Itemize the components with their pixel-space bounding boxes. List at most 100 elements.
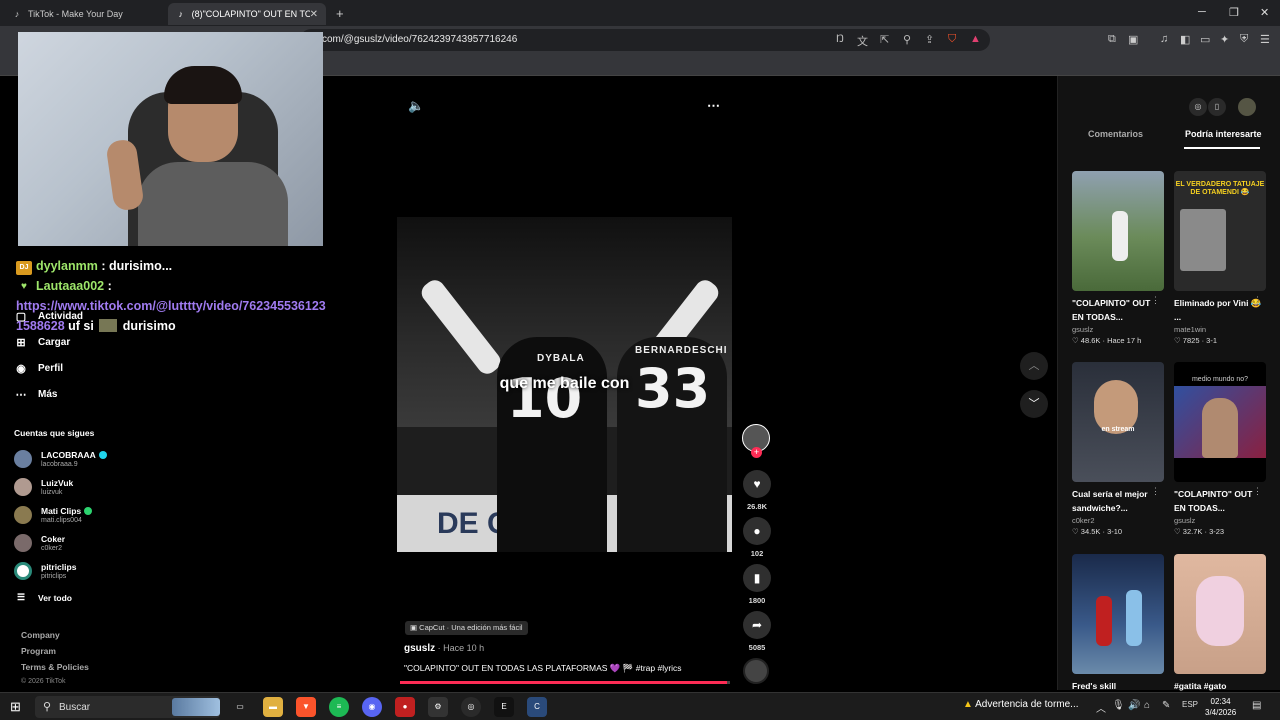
tab-recommended[interactable]: Podría interesarte — [1185, 129, 1262, 139]
video-progress-bar[interactable] — [400, 681, 730, 684]
notifications-icon[interactable]: ▤ — [1252, 700, 1261, 711]
extensions-icon[interactable]: ⧉ — [1108, 33, 1116, 46]
capcut-badge[interactable]: ▣ CapCut · Una edición más fácil — [405, 621, 528, 635]
sidebar-item-upload[interactable]: ⊞ Cargar — [14, 336, 70, 349]
share-page-icon[interactable]: ⇪ — [925, 33, 934, 46]
warning-icon: ▲ — [963, 699, 976, 710]
no-script-icon[interactable]: Ŋ — [836, 33, 844, 45]
following-account[interactable]: pitriclips pitriclips — [14, 562, 76, 580]
sidebar-item-profile[interactable]: ◉ Perfil — [14, 362, 63, 375]
restore-icon[interactable]: ❐ — [1229, 6, 1239, 19]
menu-icon[interactable]: ☰ — [1260, 33, 1270, 46]
close-window-icon[interactable]: ✕ — [1260, 6, 1269, 19]
language-indicator[interactable]: ESP — [1182, 700, 1198, 709]
vpn-icon[interactable]: ⛨ — [1240, 33, 1248, 46]
thumbnail-cat — [1196, 576, 1244, 646]
wallet-icon[interactable]: ▭ — [1200, 33, 1210, 46]
address-bar[interactable]: com/@gsuslz/video/7624239743957716246 Ŋ … — [300, 29, 990, 51]
zoom-icon[interactable]: ⚲ — [903, 33, 911, 46]
video-author[interactable]: gsuslz · Hace 10 h — [404, 643, 484, 654]
recommended-video-card[interactable]: medio mundo no? "COLAPINTO" OUT EN TODAS… — [1174, 362, 1266, 536]
thumbnail-figure — [1112, 211, 1128, 261]
thumbnail-image — [1180, 209, 1226, 271]
tab-comments[interactable]: Comentarios — [1088, 129, 1143, 139]
see-all-link[interactable]: ☰ Ver todo — [14, 592, 72, 603]
user-avatar[interactable] — [1238, 98, 1256, 116]
brave-browser-icon[interactable]: ▼ — [296, 697, 316, 717]
spotify-icon[interactable]: ≡ — [329, 697, 349, 717]
url-text[interactable]: com/@gsuslz/video/7624239743957716246 — [322, 34, 517, 45]
volume-tray-icon[interactable]: 🔊 — [1128, 700, 1140, 711]
following-account[interactable]: Coker c0ker2 — [14, 534, 65, 552]
close-tab-icon[interactable]: ✕ — [310, 9, 318, 20]
screenshot-icon[interactable]: ▣ — [1128, 33, 1138, 46]
save-button[interactable]: ▮ 1800 — [742, 564, 772, 605]
recommended-video-card[interactable]: Fred's skill — [1072, 554, 1164, 693]
footer-link-company[interactable]: Company — [21, 630, 60, 640]
music-disc-icon[interactable] — [743, 658, 769, 684]
video-player[interactable]: DE CEUS DYBALA BERNARDESCHI 10 33 que me… — [397, 217, 732, 552]
compass-icon[interactable]: ◎ — [1189, 98, 1207, 116]
leo-icon[interactable]: ✦ — [1220, 33, 1229, 46]
recommended-video-card[interactable]: EL VERDADERO TATUAJE DE OTAMENDI 😂 Elimi… — [1174, 171, 1266, 345]
network-icon[interactable]: ⌂ — [1144, 700, 1150, 711]
obs-icon[interactable]: ◎ — [461, 697, 481, 717]
microphone-icon[interactable]: 🎙 — [1112, 700, 1125, 711]
more-options-icon[interactable]: ⋯ — [707, 98, 720, 114]
webcam-person-body — [138, 162, 288, 246]
following-account[interactable]: LACOBRAAA lacobraaa.9 — [14, 450, 107, 468]
card-more-icon[interactable]: ⋮ — [1253, 295, 1262, 306]
minimize-icon[interactable]: ─ — [1198, 6, 1206, 18]
brave-rewards-icon[interactable]: ▲ — [970, 33, 981, 45]
app-icon[interactable]: ⚙ — [428, 697, 448, 717]
video-thumbnail: EL VERDADERO TATUAJE DE OTAMENDI 😂 — [1174, 171, 1266, 291]
card-author: gsuslz — [1174, 516, 1196, 525]
chat-text: : durisimo... — [97, 259, 173, 273]
verified-badge-icon — [98, 451, 107, 459]
rec-app-icon[interactable]: ● — [395, 697, 415, 717]
card-author: c0ker2 — [1072, 516, 1095, 525]
card-more-icon[interactable]: ⋮ — [1151, 295, 1160, 306]
translate-icon[interactable]: 文 — [857, 33, 868, 49]
comment-button[interactable]: ● 102 — [742, 517, 772, 558]
tray-overflow-icon[interactable]: ︿ — [1096, 700, 1106, 715]
next-video-button[interactable]: ﹀ — [1020, 390, 1048, 418]
browser-tab-active[interactable]: ♪ (8)"COLAPINTO" OUT EN TOD ✕ — [168, 3, 326, 25]
pen-icon[interactable]: ✎ — [1162, 700, 1170, 711]
footer-link-terms[interactable]: Terms & Policies — [21, 662, 89, 672]
volume-icon[interactable]: 🔈 — [408, 98, 424, 114]
browser-tabstrip: ♪ TikTok - Make Your Day ♪ (8)"COLAPINTO… — [0, 0, 1280, 26]
like-button[interactable]: ♥ 26.8K — [742, 470, 772, 511]
app-icon[interactable]: C — [527, 697, 547, 717]
follow-plus-icon[interactable]: + — [751, 447, 762, 458]
video-timestamp: · Hace 10 h — [435, 643, 485, 653]
discord-icon[interactable]: ◉ — [362, 697, 382, 717]
recommended-video-card[interactable]: #gatita #gato — [1174, 554, 1266, 693]
card-more-icon[interactable]: ⋮ — [1151, 486, 1160, 497]
device-icon[interactable]: ▯ — [1208, 98, 1226, 116]
sidebar-icon[interactable]: ◧ — [1180, 33, 1190, 46]
video-lyric-caption: que me baile con — [499, 375, 630, 392]
card-more-icon[interactable]: ⋮ — [1253, 486, 1262, 497]
recommended-video-card[interactable]: "COLAPINTO" OUT EN TODAS... gsuslz ♡ 48.… — [1072, 171, 1164, 345]
brave-shield-icon[interactable]: ⛉ — [948, 33, 956, 46]
windows-start-icon[interactable]: ⊞ — [10, 699, 21, 715]
following-account[interactable]: Mati Clips mati.clips004 — [14, 506, 93, 524]
taskbar-clock[interactable]: 02:34 3/4/2026 — [1205, 696, 1236, 718]
epic-games-icon[interactable]: E — [494, 697, 514, 717]
browser-tab[interactable]: ♪ TikTok - Make Your Day — [4, 3, 168, 25]
following-account[interactable]: LuizVuk luizvuk — [14, 478, 73, 496]
new-tab-button[interactable]: + — [336, 6, 344, 21]
footer-link-program[interactable]: Program — [21, 646, 56, 656]
task-view-icon[interactable]: ▭ — [230, 697, 250, 717]
share-button[interactable]: ➦ 5085 — [742, 611, 772, 652]
recommended-video-card[interactable]: en stream Cual sería el mejor sandwiche?… — [1072, 362, 1164, 536]
file-explorer-icon[interactable]: ▬ — [263, 697, 283, 717]
open-external-icon[interactable]: ⇱ — [880, 33, 889, 46]
taskbar-search[interactable]: ⚲ Buscar — [35, 696, 220, 718]
media-icon[interactable]: ♫ — [1160, 33, 1168, 45]
previous-video-button[interactable]: ︿ — [1020, 352, 1048, 380]
weather-widget[interactable]: ▲ Advertencia de torme... — [963, 699, 1079, 710]
sidebar-item-more[interactable]: ⋯ Más — [14, 388, 58, 401]
account-handle: lacobraaa.9 — [41, 461, 78, 468]
